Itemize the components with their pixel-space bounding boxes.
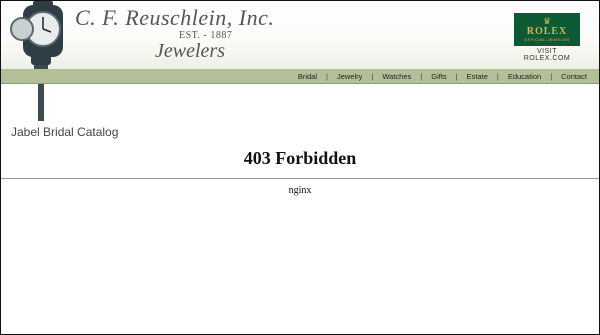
nav-item-jewelry[interactable]: Jewelry	[337, 72, 362, 81]
site-header: C. F. Reuschlein, Inc. EST. - 1887 Jewel…	[1, 1, 599, 121]
nav-separator: |	[371, 71, 374, 81]
nav-item-estate[interactable]: Estate	[467, 72, 488, 81]
nav-separator: |	[550, 71, 553, 81]
street-clock-logo-icon	[10, 1, 63, 121]
rolex-badge-name: ROLEX	[526, 26, 568, 37]
brand-name: C. F. Reuschlein, Inc.	[75, 5, 275, 30]
server-name: nginx	[288, 185, 312, 196]
nav-separator: |	[496, 71, 499, 81]
nav-item-gifts[interactable]: Gifts	[431, 72, 446, 81]
divider	[1, 178, 599, 179]
rolex-badge-sub: OFFICIAL JEWELER	[524, 37, 570, 42]
nav-separator: |	[455, 71, 458, 81]
nav-item-education[interactable]: Education	[508, 72, 541, 81]
brand-logo[interactable]: C. F. Reuschlein, Inc. EST. - 1887 Jewel…	[75, 5, 274, 69]
error-title: 403 Forbidden	[243, 148, 357, 168]
rolex-badge-link[interactable]: ♛ ROLEX OFFICIAL JEWELER	[514, 13, 580, 46]
nav-item-watches[interactable]: Watches	[382, 72, 411, 81]
main-nav: Bridal | Jewelry | Watches | Gifts | Est…	[298, 69, 587, 83]
browser-page: C. F. Reuschlein, Inc. EST. - 1887 Jewel…	[0, 0, 600, 335]
catalog-heading: Jabel Bridal Catalog	[11, 125, 119, 139]
visit-rolex-link[interactable]: VISIT ROLEX.COM	[514, 48, 580, 62]
brand-tagline: Jewelers	[155, 40, 225, 62]
crown-icon: ♛	[542, 16, 552, 26]
main-nav-bar: Bridal | Jewelry | Watches | Gifts | Est…	[1, 69, 599, 84]
nav-separator: |	[420, 71, 423, 81]
nav-separator: |	[326, 71, 328, 81]
nav-item-contact[interactable]: Contact	[561, 72, 587, 81]
nav-item-bridal[interactable]: Bridal	[298, 72, 317, 81]
